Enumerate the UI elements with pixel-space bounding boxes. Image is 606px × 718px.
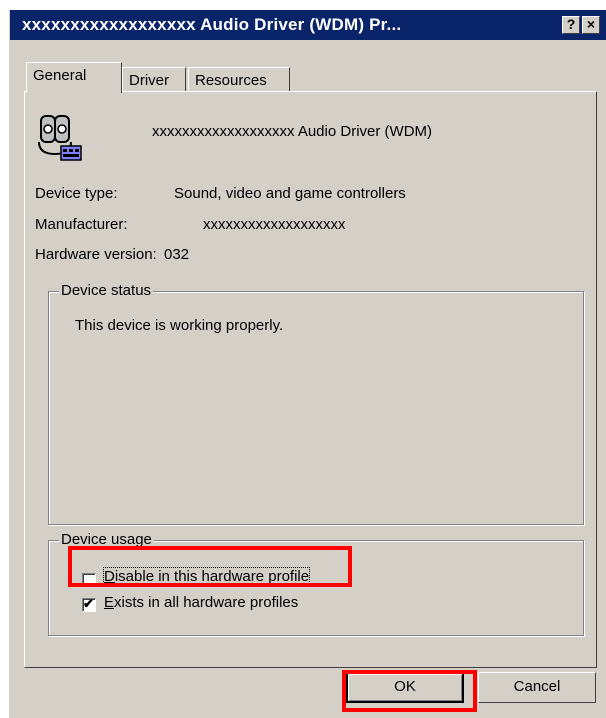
- device-status-title: Device status: [59, 282, 154, 299]
- device-status-text: This device is working properly.: [75, 317, 284, 334]
- exists-all-profiles-text: xists in all hardware profiles: [114, 594, 299, 611]
- close-button[interactable]: ×: [582, 16, 600, 34]
- device-type-value: Sound, video and game controllers: [174, 185, 406, 202]
- device-name: xxxxxxxxxxxxxxxxxxx Audio Driver (WDM): [152, 123, 433, 140]
- tab-resources[interactable]: Resources: [188, 67, 290, 92]
- exists-all-profiles-checkbox[interactable]: ✔: [82, 596, 96, 612]
- device-status-group: Device status This device is working pro…: [48, 282, 584, 525]
- tab-driver-label: Driver: [129, 72, 169, 89]
- tab-resources-label: Resources: [195, 72, 267, 89]
- tab-driver[interactable]: Driver: [122, 67, 186, 92]
- manufacturer-label: Manufacturer:: [35, 216, 128, 233]
- ok-button[interactable]: OK: [346, 672, 464, 703]
- disable-profile-text: isable in this hardware profile: [114, 568, 310, 585]
- exists-all-profiles-accesskey: E: [104, 594, 115, 611]
- help-button[interactable]: ?: [562, 16, 580, 34]
- properties-dialog: xxxxxxxxxxxxxxxxxx Audio Driver (WDM) Pr…: [9, 10, 606, 718]
- checkmark-icon: ✔: [83, 596, 94, 611]
- window-title: xxxxxxxxxxxxxxxxxx Audio Driver (WDM) Pr…: [22, 15, 402, 34]
- tab-general[interactable]: General: [26, 62, 122, 93]
- manufacturer-value: xxxxxxxxxxxxxxxxxxx: [203, 216, 346, 233]
- disable-profile-label[interactable]: Disable in this hardware profile: [102, 567, 311, 586]
- hardware-version-value: 032: [164, 246, 190, 263]
- hardware-version-label: Hardware version:: [35, 246, 157, 263]
- device-type-label: Device type:: [35, 185, 118, 202]
- device-usage-title: Device usage: [59, 531, 154, 548]
- disable-profile-accesskey: D: [104, 568, 115, 585]
- tab-general-label: General: [33, 67, 87, 84]
- device-usage-group: Device usage: [48, 531, 584, 636]
- exists-all-profiles-label[interactable]: Exists in all hardware profiles: [104, 594, 298, 611]
- sound-device-icon: [38, 115, 82, 161]
- cancel-button[interactable]: Cancel: [478, 672, 596, 703]
- title-bar[interactable]: xxxxxxxxxxxxxxxxxx Audio Driver (WDM) Pr…: [10, 10, 606, 40]
- disable-profile-checkbox[interactable]: [82, 573, 96, 587]
